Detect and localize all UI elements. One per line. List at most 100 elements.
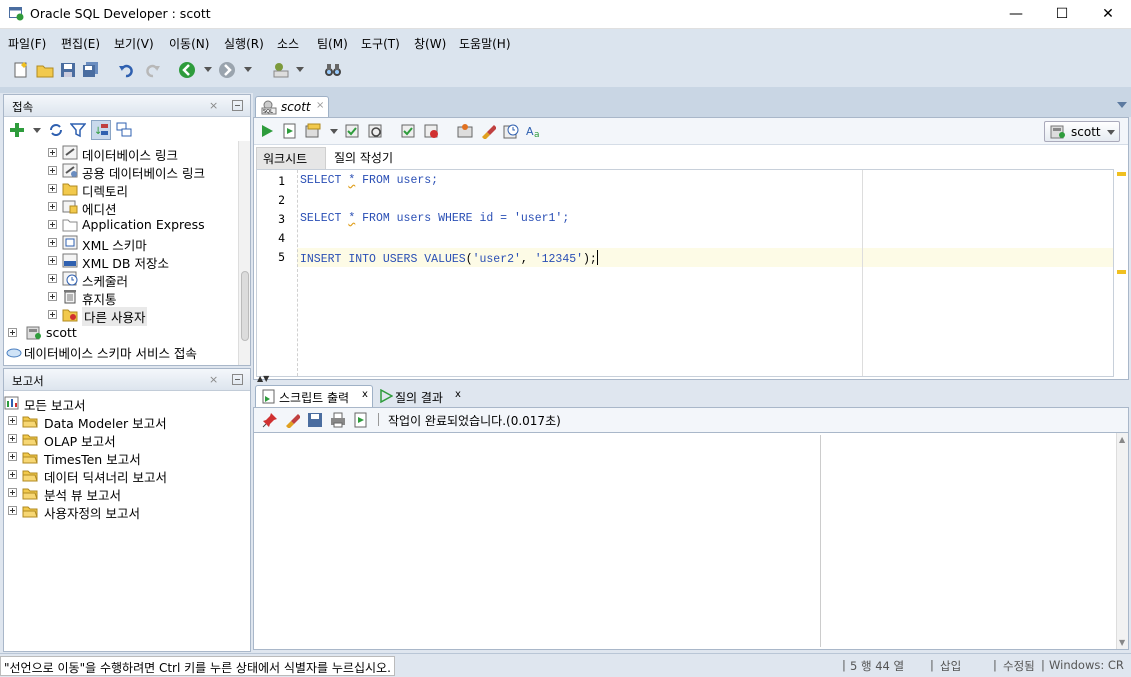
save-all-icon[interactable] [82, 61, 100, 79]
reports-title: 보고서 [12, 374, 44, 388]
menu-view[interactable]: 보기(V) [114, 35, 154, 52]
expand-icon[interactable] [8, 488, 17, 497]
refresh-icon[interactable] [48, 122, 64, 138]
explain-plan-icon[interactable] [400, 123, 416, 139]
splitter-arrows-icon[interactable]: ▲▼ [257, 374, 269, 383]
folder-open-icon [22, 416, 38, 428]
expand-icon[interactable] [48, 238, 57, 247]
connections-close-icon[interactable]: × [209, 99, 218, 112]
reports-minimize-icon[interactable] [232, 374, 243, 385]
expand-icon[interactable] [48, 310, 57, 319]
collapse-icon[interactable] [116, 122, 132, 138]
eraser-icon[interactable] [284, 412, 300, 428]
new-icon[interactable] [12, 61, 30, 79]
rollback-icon[interactable] [367, 123, 383, 139]
add-connection-dropdown-icon[interactable] [33, 128, 41, 133]
menu-team[interactable]: 팀(M) [317, 35, 348, 52]
expand-icon[interactable] [8, 434, 17, 443]
output-scrollbar[interactable]: ▲ ▼ [1116, 433, 1128, 649]
back-dropdown-icon[interactable] [204, 67, 212, 72]
save-icon[interactable] [59, 61, 77, 79]
output-toolbar: 작업이 완료되었습니다.(0.017초) [253, 407, 1129, 432]
scroll-up-icon[interactable]: ▲ [1119, 435, 1125, 444]
maximize-button[interactable]: ☐ [1039, 0, 1085, 29]
line-ending-status: Windows: CR [1049, 658, 1124, 672]
line-number: 3 [278, 212, 285, 226]
expand-icon[interactable] [48, 148, 57, 157]
tab-close-icon[interactable]: x [455, 389, 461, 400]
run-script-icon[interactable] [282, 123, 298, 139]
run-statement-icon[interactable] [259, 123, 275, 139]
schema-browser-icon[interactable]: ↓ [91, 120, 111, 140]
code-line-3: SELECT * FROM users WHERE id = 'user1'; [300, 212, 570, 225]
add-connection-icon[interactable] [9, 122, 25, 138]
tab-close-icon[interactable]: x [362, 389, 368, 400]
editor-marker[interactable] [1117, 172, 1126, 176]
menu-navigate[interactable]: 이동(N) [169, 35, 209, 52]
format-icon[interactable]: Aa [526, 123, 542, 139]
back-icon[interactable] [178, 61, 196, 79]
menu-window[interactable]: 창(W) [414, 35, 446, 52]
print-icon[interactable] [330, 412, 346, 428]
connections-minimize-icon[interactable] [232, 100, 243, 111]
menu-source[interactable]: 소스 [277, 35, 299, 52]
filter-icon[interactable] [70, 122, 86, 138]
commit-icon[interactable] [344, 123, 360, 139]
output-tab-strip: 스크립트 출력 x 질의 결과 x [253, 383, 1129, 407]
expand-icon[interactable] [48, 166, 57, 175]
close-button[interactable]: ✕ [1085, 0, 1131, 29]
status-separator: | [930, 658, 934, 672]
binoculars-icon[interactable] [324, 61, 342, 79]
history-icon[interactable] [503, 123, 519, 139]
open-icon[interactable] [36, 61, 54, 79]
minimize-button[interactable]: — [993, 0, 1039, 29]
expand-icon[interactable] [8, 470, 17, 479]
tab-list-dropdown-icon[interactable] [1117, 102, 1127, 108]
expand-icon[interactable] [48, 256, 57, 265]
script-output-area[interactable]: ▲ ▼ [253, 432, 1129, 650]
scrollbar-thumb[interactable] [241, 271, 249, 341]
connection-dropdown-icon[interactable] [1107, 130, 1115, 135]
expand-icon[interactable] [48, 202, 57, 211]
tab-close-icon[interactable]: × [316, 100, 324, 111]
menu-file[interactable]: 파일(F) [8, 35, 46, 52]
menu-help[interactable]: 도움말(H) [459, 35, 511, 52]
tab-query-builder[interactable]: 질의 작성기 [334, 149, 393, 166]
sql-icon[interactable] [272, 61, 290, 79]
connections-scrollbar[interactable] [238, 141, 250, 365]
expand-icon[interactable] [48, 184, 57, 193]
connection-selector[interactable]: scott [1044, 121, 1120, 142]
undo-icon[interactable] [118, 61, 136, 79]
run-script-icon[interactable] [353, 412, 369, 428]
tab-worksheet[interactable]: 워크시트 [256, 147, 327, 170]
expand-icon[interactable] [48, 292, 57, 301]
cancel-icon[interactable] [423, 123, 439, 139]
reports-close-icon[interactable]: × [209, 373, 218, 386]
expand-icon[interactable] [48, 220, 57, 229]
menu-run[interactable]: 실행(R) [224, 35, 264, 52]
expand-icon[interactable] [8, 506, 17, 515]
forward-dropdown-icon[interactable] [244, 67, 252, 72]
insert-mode: 삽입 [940, 659, 962, 673]
sql-dropdown-icon[interactable] [296, 67, 304, 72]
redo-icon[interactable] [143, 61, 161, 79]
clear-icon[interactable] [480, 123, 496, 139]
pin-icon[interactable] [262, 412, 278, 428]
tab-scott-worksheet[interactable]: SQL scott × [255, 96, 329, 117]
menu-edit[interactable]: 편집(E) [61, 35, 100, 52]
sql-tuning-icon[interactable] [457, 123, 473, 139]
forward-icon[interactable] [218, 61, 236, 79]
tab-script-output[interactable]: 스크립트 출력 x [255, 385, 373, 407]
scroll-down-icon[interactable]: ▼ [1119, 638, 1125, 647]
expand-icon[interactable] [48, 274, 57, 283]
autotrace-dropdown-icon[interactable] [330, 129, 338, 134]
tab-query-result[interactable]: 질의 결과 x [377, 385, 469, 407]
expand-icon[interactable] [8, 452, 17, 461]
code-editor[interactable]: 1 2 3 4 5 SELECT * FROM users; SELECT * … [256, 169, 1114, 377]
expand-icon[interactable] [8, 328, 17, 337]
autotrace-icon[interactable] [305, 123, 321, 139]
menu-tools[interactable]: 도구(T) [361, 35, 400, 52]
expand-icon[interactable] [8, 416, 17, 425]
editor-marker[interactable] [1117, 270, 1126, 274]
save-icon[interactable] [307, 412, 323, 428]
